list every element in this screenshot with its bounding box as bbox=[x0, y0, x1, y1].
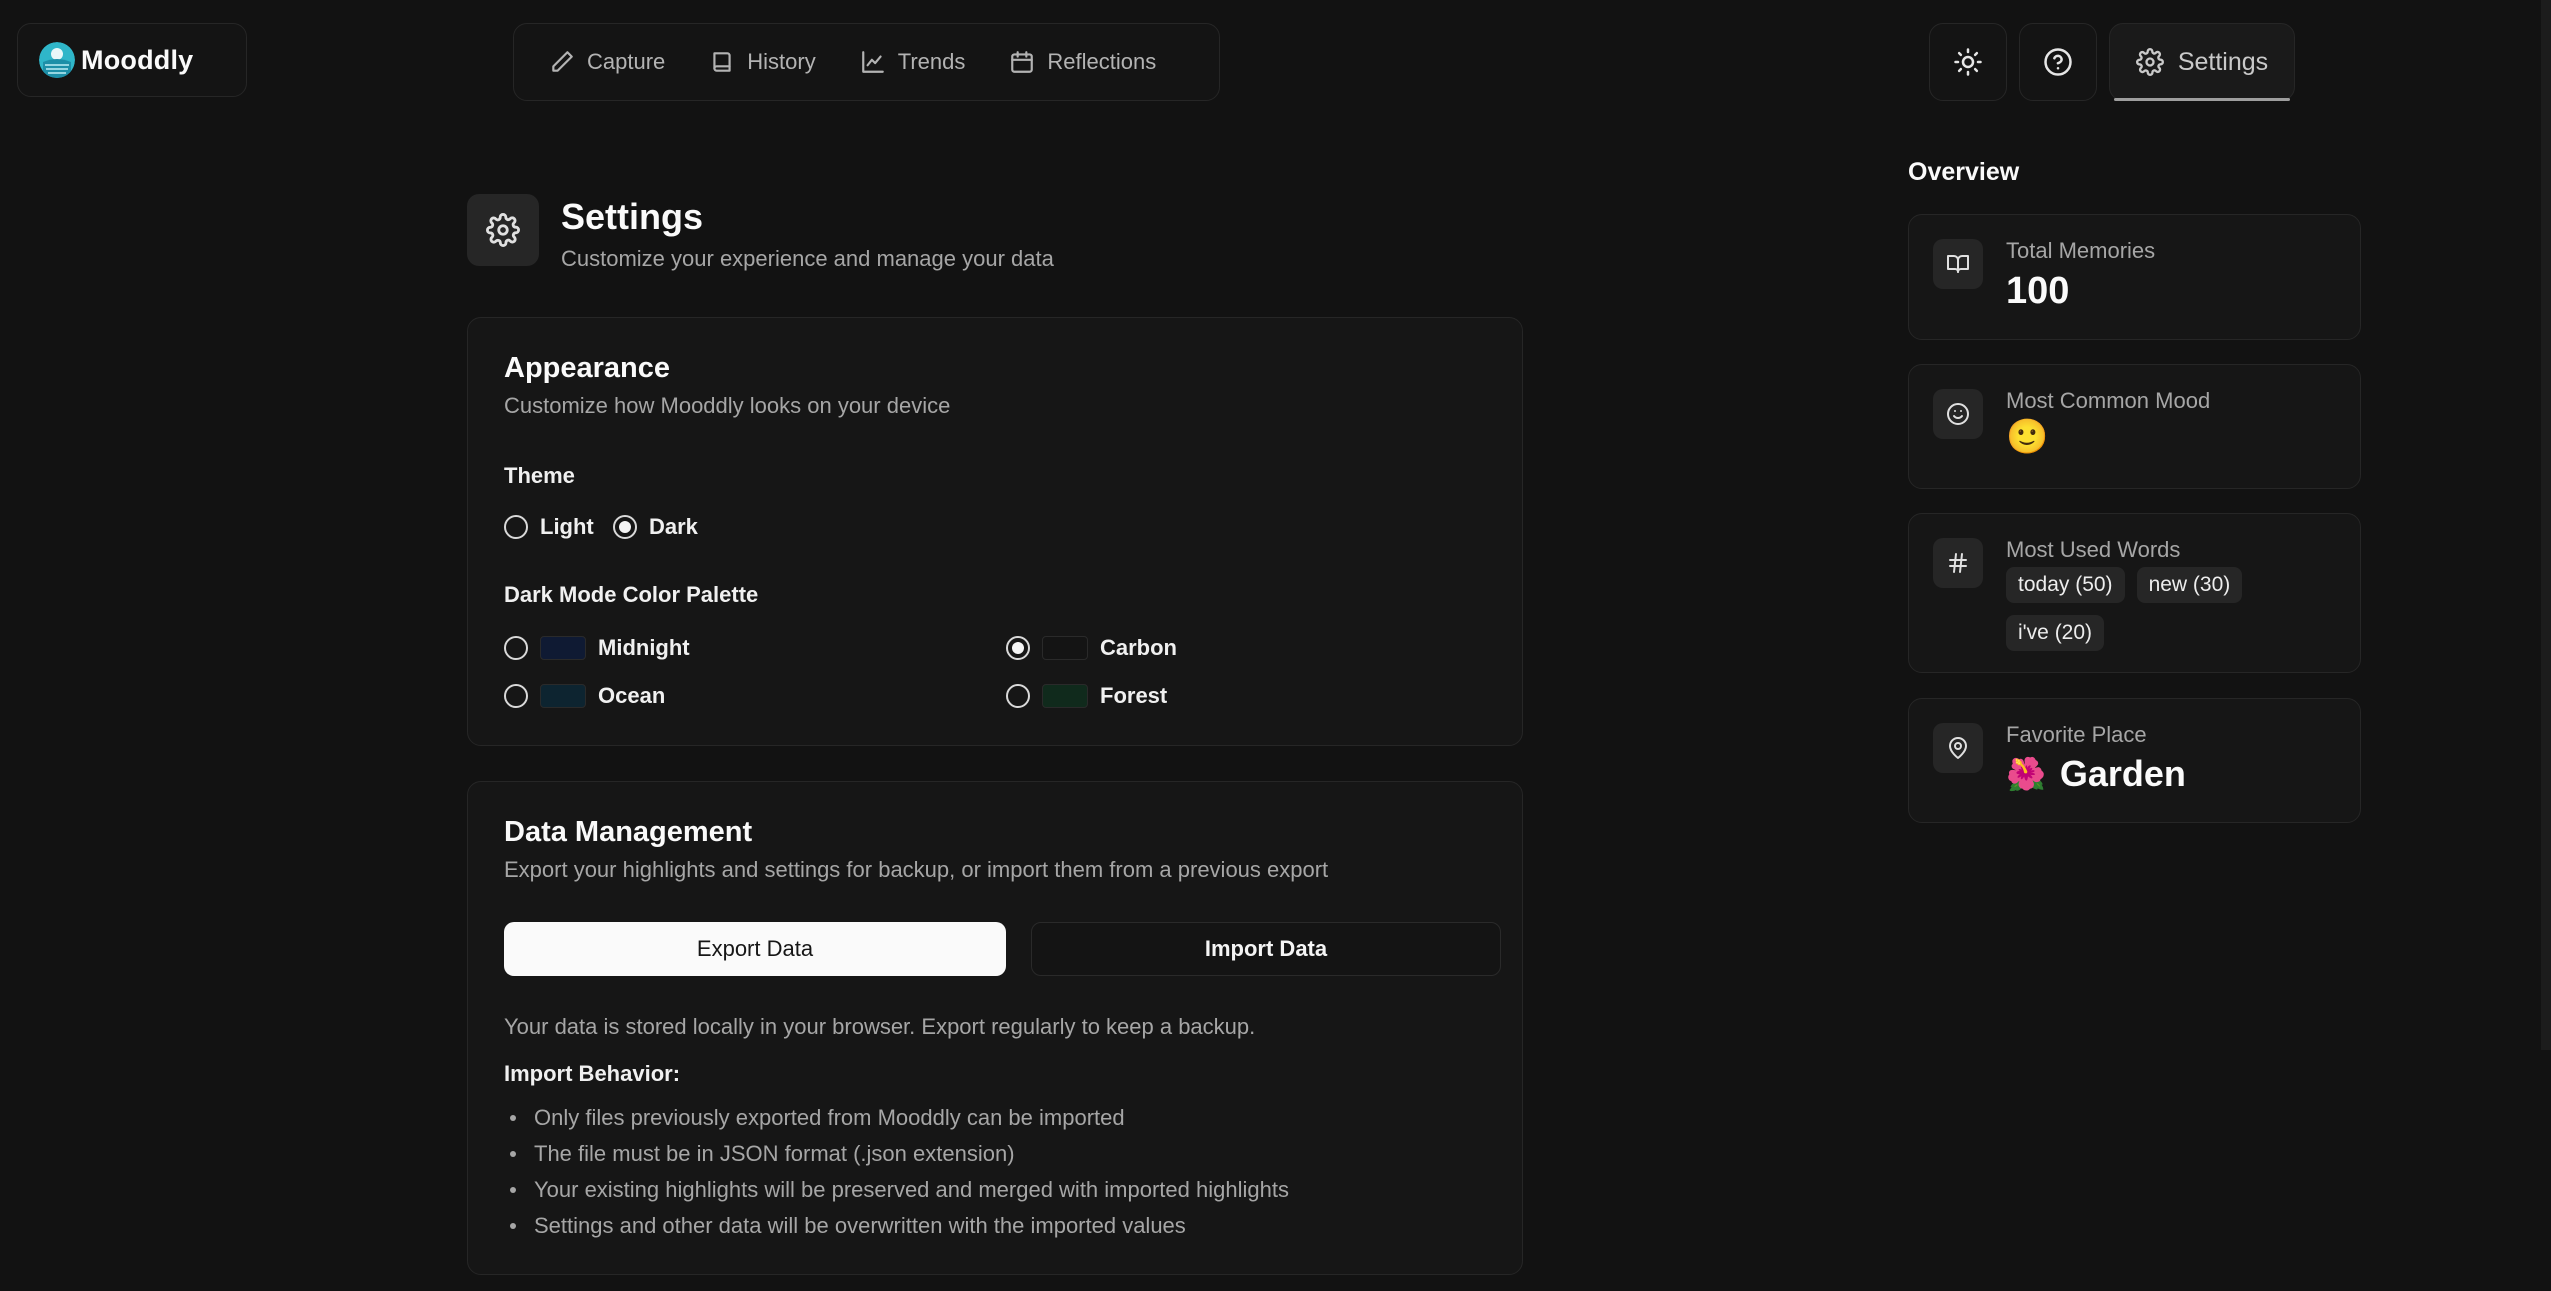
help-button[interactable] bbox=[2019, 23, 2097, 101]
common-mood-card: Most Common Mood 🙂 bbox=[1908, 364, 2361, 489]
word-chip: i've (20) bbox=[2006, 615, 2105, 651]
line-chart-icon bbox=[861, 51, 884, 73]
theme-label: Theme bbox=[504, 463, 575, 488]
page-scrollbar[interactable] bbox=[2541, 0, 2551, 1050]
palette-midnight-radio[interactable] bbox=[504, 636, 528, 660]
palette-swatch bbox=[1042, 684, 1088, 708]
calendar-icon bbox=[1011, 51, 1034, 73]
main-nav: Capture History Trends Reflections bbox=[513, 23, 1220, 101]
palette-swatch bbox=[540, 636, 586, 660]
gear-icon bbox=[2135, 48, 2164, 76]
theme-light-radio[interactable] bbox=[504, 515, 528, 539]
settings-button[interactable]: Settings bbox=[2109, 23, 2295, 101]
nav-item-label: Capture bbox=[587, 49, 666, 74]
appearance-card: Appearance Customize how Mooddly looks o… bbox=[467, 317, 1523, 746]
palette-ocean-radio[interactable] bbox=[504, 684, 528, 708]
palette-option-label: Carbon bbox=[1100, 635, 1177, 660]
palette-option-label: Midnight bbox=[598, 635, 690, 660]
nav-item-reflections[interactable]: Reflections bbox=[1009, 49, 1156, 75]
nav-item-trends[interactable]: Trends bbox=[860, 49, 966, 75]
theme-option-light[interactable]: Light bbox=[504, 514, 594, 540]
favorite-place-row: 🌺 Garden bbox=[2006, 753, 2186, 795]
help-circle-icon bbox=[2044, 48, 2072, 76]
used-words-card: Most Used Words today (50) new (30) i've… bbox=[1908, 513, 2361, 673]
appearance-title: Appearance bbox=[504, 352, 671, 384]
mooddly-logo-icon bbox=[39, 42, 75, 78]
theme-option-label: Dark bbox=[649, 514, 698, 539]
list-item: Only files previously exported from Mood… bbox=[504, 1100, 1289, 1136]
settings-header-icon bbox=[467, 194, 539, 266]
palette-label: Dark Mode Color Palette bbox=[504, 582, 759, 607]
hash-icon bbox=[1933, 538, 1983, 588]
palette-option-midnight[interactable]: Midnight bbox=[504, 635, 690, 661]
data-management-card: Data Management Export your highlights a… bbox=[467, 781, 1523, 1275]
export-data-button[interactable]: Export Data bbox=[504, 922, 1006, 976]
appearance-description: Customize how Mooddly looks on your devi… bbox=[504, 393, 951, 418]
smile-icon bbox=[1933, 389, 1983, 439]
palette-option-forest[interactable]: Forest bbox=[1006, 683, 1167, 709]
palette-carbon-radio[interactable] bbox=[1006, 636, 1030, 660]
favorite-place-card: Favorite Place 🌺 Garden bbox=[1908, 698, 2361, 823]
common-mood-label: Most Common Mood bbox=[2006, 388, 2211, 413]
active-tab-indicator bbox=[2114, 98, 2290, 101]
page-title: Settings bbox=[561, 196, 704, 237]
sun-icon bbox=[1954, 48, 1982, 76]
total-memories-label: Total Memories bbox=[2006, 238, 2156, 263]
nav-item-history[interactable]: History bbox=[709, 49, 816, 75]
palette-option-carbon[interactable]: Carbon bbox=[1006, 635, 1177, 661]
book-open-icon bbox=[1933, 239, 1983, 289]
book-icon bbox=[713, 52, 731, 72]
brand-logo-button[interactable]: Mooddly bbox=[17, 23, 247, 97]
list-item: The file must be in JSON format (.json e… bbox=[504, 1136, 1289, 1172]
nav-item-label: Reflections bbox=[1047, 49, 1157, 74]
word-chip: today (50) bbox=[2006, 567, 2125, 603]
palette-option-label: Ocean bbox=[598, 683, 666, 708]
common-mood-emoji: 🙂 bbox=[2006, 418, 2049, 456]
data-management-title: Data Management bbox=[504, 816, 753, 848]
list-item: Settings and other data will be overwrit… bbox=[504, 1208, 1289, 1244]
palette-forest-radio[interactable] bbox=[1006, 684, 1030, 708]
import-data-button[interactable]: Import Data bbox=[1031, 922, 1501, 976]
total-memories-value: 100 bbox=[2006, 270, 2070, 312]
map-pin-icon bbox=[1933, 723, 1983, 773]
palette-option-label: Forest bbox=[1100, 683, 1168, 708]
list-item: Your existing highlights will be preserv… bbox=[504, 1172, 1289, 1208]
palette-option-ocean[interactable]: Ocean bbox=[504, 683, 665, 709]
import-behavior-list: Only files previously exported from Mood… bbox=[504, 1100, 1289, 1244]
total-memories-card: Total Memories 100 bbox=[1908, 214, 2361, 340]
brand-name: Mooddly bbox=[81, 44, 194, 75]
page-header: Settings Customize your experience and m… bbox=[467, 194, 1054, 272]
settings-button-label: Settings bbox=[2177, 47, 2269, 76]
nav-item-label: Trends bbox=[897, 49, 966, 74]
overview-title: Overview bbox=[1908, 158, 2020, 186]
storage-note: Your data is stored locally in your brow… bbox=[504, 1014, 1256, 1039]
data-management-description: Export your highlights and settings for … bbox=[504, 857, 1329, 882]
word-chips: today (50) new (30) i've (20) bbox=[2006, 567, 2336, 651]
palette-swatch bbox=[1042, 636, 1088, 660]
gear-icon bbox=[486, 213, 520, 247]
word-chip: new (30) bbox=[2136, 567, 2243, 603]
palette-swatch bbox=[540, 684, 586, 708]
theme-option-label: Light bbox=[540, 514, 594, 539]
used-words-label: Most Used Words bbox=[2006, 537, 2181, 562]
favorite-place-value: Garden bbox=[2059, 753, 2186, 794]
page-subtitle: Customize your experience and manage you… bbox=[561, 246, 1054, 271]
theme-option-dark[interactable]: Dark bbox=[613, 514, 698, 540]
pencil-icon bbox=[552, 51, 573, 72]
theme-dark-radio[interactable] bbox=[613, 515, 637, 539]
flower-icon: 🌺 bbox=[2006, 756, 2046, 792]
nav-item-label: History bbox=[747, 49, 816, 74]
import-behavior-title: Import Behavior: bbox=[504, 1061, 681, 1086]
nav-item-capture[interactable]: Capture bbox=[549, 49, 665, 75]
favorite-place-label: Favorite Place bbox=[2006, 722, 2147, 747]
theme-toggle-button[interactable] bbox=[1929, 23, 2007, 101]
